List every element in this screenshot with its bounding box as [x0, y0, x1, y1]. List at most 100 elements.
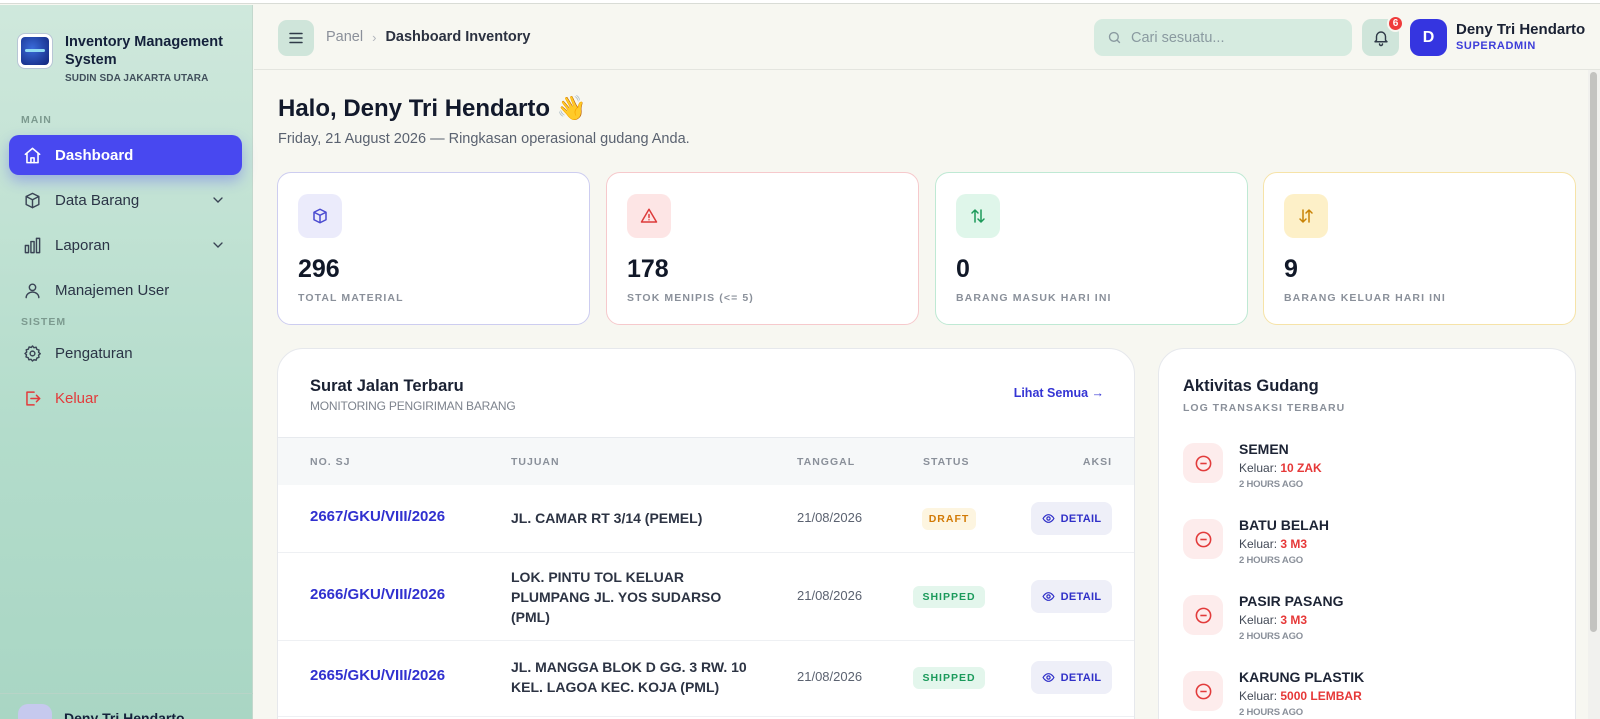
activity-item-detail: Keluar: 5000 LEMBAR	[1239, 689, 1362, 703]
search-icon	[1108, 31, 1121, 44]
brand-title: Inventory Management System	[65, 34, 223, 68]
hamburger-icon	[289, 32, 303, 44]
bell-icon	[1373, 30, 1388, 46]
status-badge: DRAFT	[922, 508, 976, 530]
sj-date: 21/08/2026	[797, 588, 863, 603]
table-row: 2665/GKU/VIII/2026 JL. MANGGA BLOK D GG.…	[278, 641, 1134, 717]
view-all-link[interactable]: Lihat Semua →	[1014, 386, 1104, 400]
sidebar-item-laporan[interactable]: Laporan	[9, 225, 242, 265]
column-header: STATUS	[923, 456, 970, 468]
users-icon	[25, 282, 40, 298]
activity-qty: 5000 LEMBAR	[1280, 689, 1362, 703]
brand[interactable]: Inventory Management System SUDIN SDA JA…	[17, 33, 235, 84]
search-input[interactable]	[1131, 29, 1331, 46]
sidebar-item-label: Laporan	[55, 236, 111, 254]
column-header: TUJUAN	[511, 456, 560, 468]
page-title: Halo, Deny Tri Hendarto 👋	[278, 95, 587, 122]
activity-qty: 10 ZAK	[1280, 461, 1322, 475]
scrollbar-thumb[interactable]	[1590, 72, 1597, 632]
arrows-updown-icon	[956, 194, 1000, 238]
activity-item-name: BATU BELAH	[1239, 517, 1329, 533]
minus-circle-icon	[1183, 595, 1223, 635]
activity-item-name: PASIR PASANG	[1239, 593, 1344, 609]
card-subtitle: LOG TRANSAKSI TERBARU	[1183, 402, 1346, 414]
sidebar-item-dashboard[interactable]: Dashboard	[9, 135, 242, 175]
notification-badge: 6	[1387, 15, 1404, 32]
eye-icon	[1042, 592, 1055, 601]
sj-date: 21/08/2026	[797, 669, 863, 684]
sidebar-item-pengaturan[interactable]: Pengaturan	[9, 333, 242, 373]
activity-time: 2 HOURS AGO	[1239, 631, 1303, 642]
header-user-name[interactable]: Deny Tri Hendarto	[1456, 21, 1585, 38]
card-title: Aktivitas Gudang	[1183, 377, 1319, 395]
box-icon	[25, 192, 40, 208]
sj-number-link[interactable]: 2667/GKU/VIII/2026	[310, 508, 445, 525]
column-header: AKSI	[1082, 456, 1112, 468]
activity-item: KARUNG PLASTIK Keluar: 5000 LEMBAR 2 HOU…	[1183, 669, 1563, 719]
status-badge: SHIPPED	[913, 586, 985, 608]
detail-button[interactable]: DETAIL	[1031, 661, 1112, 694]
activity-item-detail: Keluar: 3 M3	[1239, 537, 1308, 551]
stat-card-barang-masuk: 0 BARANG MASUK HARI INI	[935, 172, 1248, 325]
brand-subtitle: SUDIN SDA JAKARTA UTARA	[65, 73, 209, 84]
brand-logo	[17, 33, 53, 69]
nav-section-main: MAIN	[21, 114, 52, 126]
sidebar-item-label: Manajemen User	[55, 281, 170, 299]
home-icon	[24, 147, 41, 163]
column-header: TANGGAL	[797, 456, 856, 468]
stat-card-total-material: 296 TOTAL MATERIAL	[277, 172, 590, 325]
detail-button[interactable]: DETAIL	[1031, 580, 1112, 613]
table-header: NO. SJ TUJUAN TANGGAL STATUS AKSI	[278, 437, 1134, 485]
sidebar-item-manajemen-user[interactable]: Manajemen User	[9, 270, 242, 310]
detail-label: DETAIL	[1060, 512, 1102, 525]
activity-item: SEMEN Keluar: 10 ZAK 2 HOURS AGO	[1183, 441, 1563, 501]
avatar[interactable]: D	[1410, 19, 1447, 56]
chevron-right-icon: ›	[372, 29, 377, 45]
stat-value: 296	[298, 255, 340, 283]
activity-item-detail: Keluar: 10 ZAK	[1239, 461, 1322, 475]
table-row: 2666/GKU/VIII/2026 LOK. PINTU TOL KELUAR…	[278, 553, 1134, 641]
arrows-swap-icon	[1284, 194, 1328, 238]
breadcrumb-panel[interactable]: Panel	[326, 29, 363, 45]
minus-circle-icon	[1183, 519, 1223, 559]
stat-label: STOK MENIPIS (<= 5)	[627, 292, 754, 304]
activity-time: 2 HOURS AGO	[1239, 479, 1303, 490]
sidebar-item-data-barang[interactable]: Data Barang	[9, 180, 242, 220]
activity-time: 2 HOURS AGO	[1239, 707, 1303, 718]
sidebar-user[interactable]: Deny Tri Hendarto	[0, 693, 253, 719]
activity-qty: 3 M3	[1280, 613, 1308, 627]
stat-value: 0	[956, 255, 970, 283]
sj-destination: LOK. PINTU TOL KELUAR PLUMPANG JL. YOS S…	[511, 569, 722, 625]
logout-icon	[26, 390, 41, 406]
stat-card-barang-keluar: 9 BARANG KELUAR HARI INI	[1263, 172, 1576, 325]
stat-value: 178	[627, 255, 669, 283]
menu-toggle-button[interactable]	[278, 20, 314, 56]
gear-icon	[24, 344, 41, 362]
sidebar-item-label: Data Barang	[55, 191, 140, 209]
sj-number-link[interactable]: 2665/GKU/VIII/2026	[310, 667, 445, 684]
activity-qty: 3 M3	[1280, 537, 1308, 551]
stat-label: TOTAL MATERIAL	[298, 292, 404, 304]
stat-label: BARANG KELUAR HARI INI	[1284, 292, 1446, 304]
sj-destination: JL. MANGGA BLOK D GG. 3 RW. 10 KEL. LAGO…	[511, 659, 747, 695]
table-row: 2667/GKU/VIII/2026 JL. CAMAR RT 3/14 (PE…	[278, 485, 1134, 553]
aktivitas-gudang-card: Aktivitas Gudang LOG TRANSAKSI TERBARU S…	[1158, 348, 1576, 719]
sj-destination: JL. CAMAR RT 3/14 (PEMEL)	[511, 510, 703, 526]
bar-chart-icon	[24, 237, 41, 253]
chevron-down-icon	[213, 197, 223, 203]
page-scrollbar[interactable]	[1588, 70, 1600, 719]
page-subtitle: Friday, 21 August 2026 — Ringkasan opera…	[278, 131, 690, 147]
top-header: Panel › Dashboard Inventory 6 D Deny Tri…	[254, 5, 1600, 70]
detail-button[interactable]: DETAIL	[1031, 502, 1112, 535]
chevron-down-icon	[213, 242, 223, 248]
eye-icon	[1042, 673, 1055, 682]
detail-label: DETAIL	[1060, 671, 1102, 684]
sidebar-item-keluar[interactable]: Keluar	[9, 378, 242, 418]
detail-label: DETAIL	[1060, 590, 1102, 603]
sj-number-link[interactable]: 2666/GKU/VIII/2026	[310, 586, 445, 603]
activity-item: PASIR PASANG Keluar: 3 M3 2 HOURS AGO	[1183, 593, 1563, 653]
card-title: Surat Jalan Terbaru	[310, 377, 464, 395]
activity-item: BATU BELAH Keluar: 3 M3 2 HOURS AGO	[1183, 517, 1563, 577]
search-box	[1094, 19, 1352, 56]
minus-circle-icon	[1183, 443, 1223, 483]
